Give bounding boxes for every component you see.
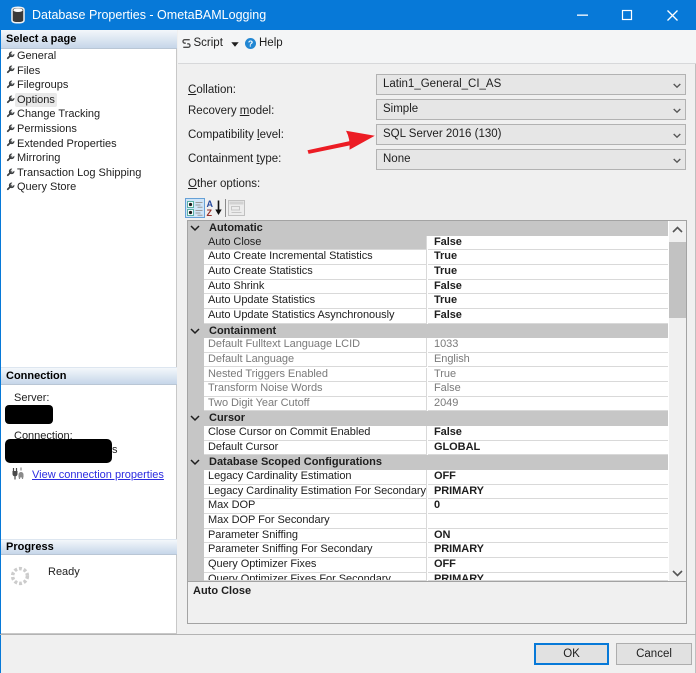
svg-text:Z: Z [206, 208, 212, 217]
svg-text:?: ? [248, 38, 253, 48]
